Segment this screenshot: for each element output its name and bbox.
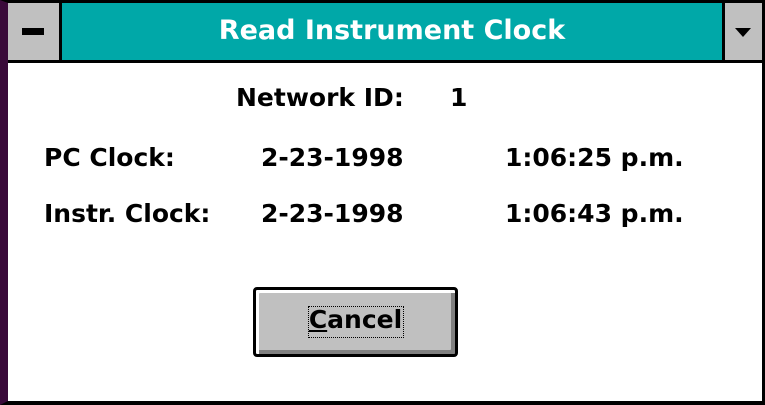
pc-clock-label: PC Clock: bbox=[44, 143, 175, 172]
cancel-button[interactable]: Cancel bbox=[253, 287, 458, 357]
minimize-arrow-icon bbox=[735, 28, 751, 37]
window-title: Read Instrument Clock bbox=[218, 15, 566, 46]
instr-clock-time: 1:06:43 p.m. bbox=[505, 199, 684, 228]
title-bar[interactable]: Read Instrument Clock bbox=[8, 3, 762, 63]
system-menu-icon bbox=[22, 28, 44, 35]
network-id-value: 1 bbox=[450, 83, 468, 112]
cancel-button-label: Cancel bbox=[308, 305, 403, 334]
pc-clock-time: 1:06:25 p.m. bbox=[505, 143, 684, 172]
pc-clock-date: 2-23-1998 bbox=[261, 143, 404, 172]
instr-clock-date: 2-23-1998 bbox=[261, 199, 404, 228]
network-id-label: Network ID: bbox=[236, 83, 404, 112]
instr-clock-label: Instr. Clock: bbox=[44, 199, 211, 228]
dialog-window: Read Instrument Clock Network ID: 1 PC C… bbox=[0, 0, 765, 405]
minimize-button[interactable] bbox=[722, 3, 762, 60]
system-menu-button[interactable] bbox=[8, 3, 62, 60]
